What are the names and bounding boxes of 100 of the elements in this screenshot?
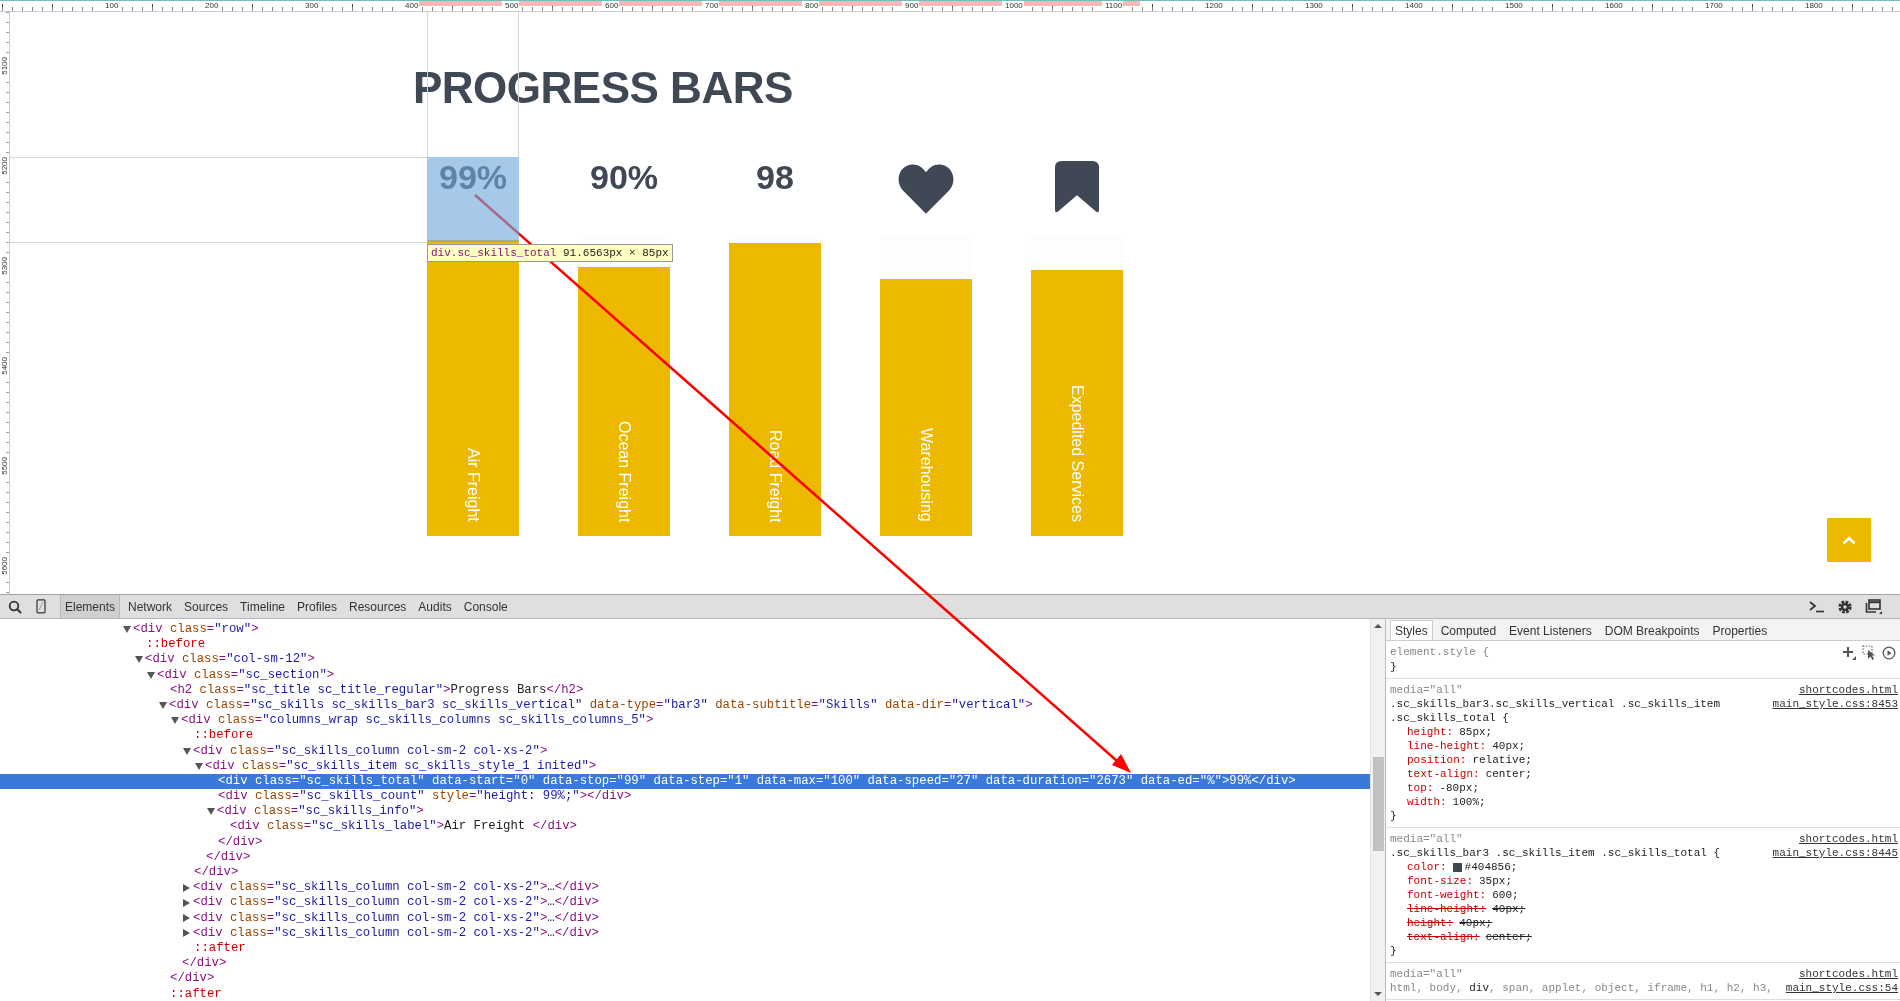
bar-label: Ocean Freight: [615, 420, 633, 522]
dom-tree-row[interactable]: <h2 class="sc_title sc_title_regular">Progress Bars</h2>: [0, 682, 1370, 698]
collapsed-triangle-icon[interactable]: [183, 898, 190, 907]
css-property-value[interactable]: relative;: [1472, 753, 1532, 767]
collapsed-triangle-icon[interactable]: [183, 914, 190, 923]
markup-text: ::before: [146, 637, 206, 653]
dom-tree-row[interactable]: <div class="sc_skills sc_skills_bar3 sc_skills_vertical" data-type="bar3" data-subtitle="Skills" data-dir="vertical">: [0, 697, 1370, 714]
sidebar-tab[interactable]: DOM Breakpoints: [1599, 620, 1705, 640]
devtools-tab[interactable]: Resources: [345, 595, 411, 618]
css-property-value[interactable]: center;: [1485, 767, 1532, 781]
markup-text: </div>: [206, 849, 251, 865]
css-property-name[interactable]: height:: [1407, 916, 1454, 930]
vertical-scrollbar[interactable]: [1370, 619, 1385, 1001]
dom-tree-row[interactable]: <div class="sc_skills_total" data-start="0" data-stop="99" data-step="1" data-max="100" data-speed="27" data-duration="2673" data-ed="%">99%</div>: [0, 773, 1370, 790]
dom-tree-row[interactable]: <div class="sc_skills_column col-sm-2 col-xs-2">…</div>: [0, 880, 1370, 896]
dom-tree-row[interactable]: <div class="sc_section">: [0, 667, 1370, 683]
expanded-triangle-icon[interactable]: [183, 747, 191, 755]
css-property-name[interactable]: color:: [1407, 860, 1447, 874]
scrollbar-thumb[interactable]: [1372, 757, 1384, 851]
css-property-value[interactable]: 40px;: [1492, 902, 1526, 916]
dock-icon: [1865, 598, 1882, 615]
css-property-name[interactable]: top:: [1407, 781, 1434, 795]
collapsed-triangle-icon[interactable]: [183, 883, 190, 892]
expanded-triangle-icon[interactable]: [135, 656, 143, 664]
source-link[interactable]: shortcodes.html: [1798, 683, 1898, 697]
sidebar-tab[interactable]: Properties: [1707, 620, 1773, 640]
source-link[interactable]: shortcodes.html: [1798, 967, 1898, 981]
dom-tree-row[interactable]: <div class="col-sm-12">: [0, 652, 1370, 668]
ruler-label: 1200: [1202, 1, 1224, 11]
color-swatch[interactable]: [1452, 862, 1462, 872]
console-icon: [1809, 600, 1825, 613]
ruler-label: 1300: [1302, 1, 1324, 11]
css-selector: .sc_skills_bar3 .sc_skills_item .sc_skills_total {: [1390, 847, 1721, 859]
ruler-label: 600: [602, 1, 620, 11]
ruler-label: 300: [302, 1, 320, 11]
css-property-value[interactable]: 40px;: [1492, 739, 1526, 753]
markup-text: <div class="sc_skills_count" style="height: 99%;"></div>: [218, 789, 632, 805]
expanded-triangle-icon[interactable]: [207, 808, 215, 816]
css-property-value[interactable]: #404856;: [1464, 860, 1518, 874]
css-property-name[interactable]: font-weight:: [1407, 888, 1487, 902]
search-icon: [8, 599, 22, 614]
markup-text: <div class="sc_skills_label">Air Freight </div>: [230, 819, 577, 835]
devtools-tab[interactable]: Audits: [414, 595, 456, 618]
source-link[interactable]: shortcodes.html: [1798, 832, 1898, 846]
devtools-tab[interactable]: Sources: [180, 595, 233, 618]
source-link[interactable]: main_style.css:54: [1785, 981, 1898, 995]
dom-tree-row[interactable]: ::after: [0, 940, 1370, 957]
collapsed-triangle-icon[interactable]: [183, 929, 190, 938]
css-property-value[interactable]: center;: [1485, 930, 1532, 944]
css-property-value[interactable]: 85px;: [1459, 725, 1493, 739]
sidebar-tab[interactable]: Event Listeners: [1504, 620, 1597, 640]
dom-tree-row[interactable]: <div class="sc_skills_count" style="height: 99%;"></div>: [0, 789, 1370, 805]
css-property-value[interactable]: 600;: [1492, 888, 1519, 902]
ruler-label: 1700: [1702, 1, 1724, 11]
source-link[interactable]: main_style.css:8453: [1772, 697, 1898, 711]
media-query: media="all": [1390, 967, 1463, 981]
dom-tree-row[interactable]: <div class="sc_skills_info">: [0, 804, 1370, 820]
markup-text: <div class="sc_section">: [157, 667, 335, 683]
css-property-name[interactable]: text-align:: [1407, 930, 1480, 944]
dom-tree-row[interactable]: <div class="sc_skills_column col-sm-2 col-xs-2">: [0, 743, 1370, 759]
css-property-name[interactable]: text-align:: [1407, 767, 1480, 781]
markup-text: <div class="sc_skills_item sc_skills_style_1 inited">: [205, 758, 597, 774]
dom-tree-row[interactable]: <div class="sc_skills_label">Air Freight </div>: [0, 819, 1370, 835]
css-property-value[interactable]: 100%;: [1452, 795, 1486, 809]
closing-brace: }: [1390, 809, 1397, 823]
expanded-triangle-icon[interactable]: [123, 626, 131, 634]
dom-tree-row[interactable]: <div class="row">: [0, 622, 1370, 638]
devtools-tab[interactable]: Console: [459, 595, 512, 618]
markup-text: </div>: [170, 971, 215, 987]
dom-tree-row[interactable]: ::after: [0, 986, 1370, 1001]
css-property-name[interactable]: width:: [1407, 795, 1447, 809]
dom-tree-row[interactable]: <div class="sc_skills_column col-sm-2 col-xs-2">…</div>: [0, 925, 1370, 941]
dom-tree-row[interactable]: <div class="sc_skills_column col-sm-2 col-xs-2">…</div>: [0, 910, 1370, 926]
dom-tree-row[interactable]: ::before: [0, 637, 1370, 653]
devtools-tab[interactable]: Profiles: [293, 595, 341, 618]
sidebar-tab[interactable]: Styles: [1390, 620, 1433, 640]
dom-tree-row[interactable]: ::before: [0, 728, 1370, 744]
css-property-name[interactable]: line-height:: [1407, 739, 1487, 753]
expanded-triangle-icon[interactable]: [171, 717, 179, 725]
dom-tree-row[interactable]: <div class="sc_skills_column col-sm-2 col-xs-2">…</div>: [0, 895, 1370, 911]
source-link[interactable]: main_style.css:8445: [1772, 846, 1898, 860]
dom-tree-row[interactable]: <div class="columns_wrap sc_skills_columns sc_skills_columns_5">: [0, 713, 1370, 729]
expanded-triangle-icon[interactable]: [159, 702, 167, 710]
add-rule-icon: [1842, 645, 1856, 660]
css-property-name[interactable]: position:: [1407, 753, 1467, 767]
css-property-name[interactable]: height:: [1407, 725, 1454, 739]
skill-total: 99%: [438, 157, 508, 197]
css-property-value[interactable]: -80px;: [1439, 781, 1479, 795]
css-property-value[interactable]: 40px;: [1459, 916, 1493, 930]
ruler-label: 1600: [1602, 1, 1624, 11]
element-state-icon: [1862, 645, 1876, 660]
expanded-triangle-icon[interactable]: [147, 671, 155, 679]
css-property-name[interactable]: font-size:: [1407, 874, 1473, 888]
css-property-value[interactable]: 35px;: [1479, 874, 1513, 888]
devtools-tab[interactable]: Network: [124, 595, 177, 618]
devtools-tab[interactable]: Elements: [60, 595, 121, 618]
sidebar-tab[interactable]: Computed: [1435, 620, 1502, 640]
devtools-tab[interactable]: Timeline: [236, 595, 289, 618]
markup-text: </div>: [218, 834, 263, 850]
css-property-name[interactable]: line-height:: [1407, 902, 1487, 916]
